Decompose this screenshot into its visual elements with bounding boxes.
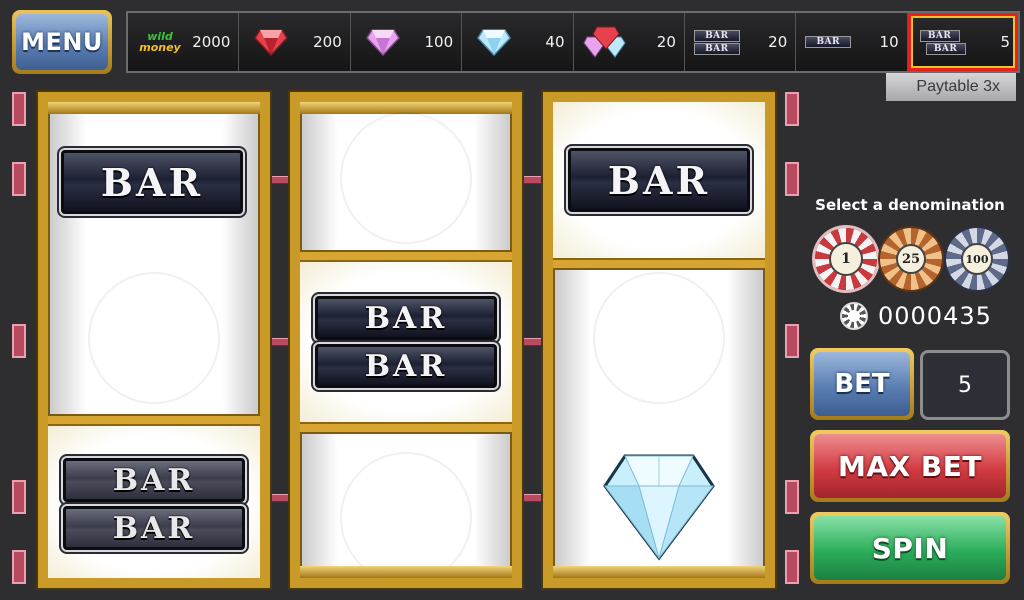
menu-button[interactable]: MENU xyxy=(12,10,112,74)
winning-symbol-frame: BAR BAR xyxy=(300,252,512,432)
payline-marker xyxy=(12,92,26,126)
blue-diamond-icon xyxy=(470,22,518,62)
paytable: wildmoney 2000 200 100 40 20 BAR BAR 20 xyxy=(126,11,1020,73)
chip-value: 25 xyxy=(896,244,926,274)
payout-value: 40 xyxy=(545,33,565,51)
wild-money-icon: wild money xyxy=(139,30,181,54)
paytable-entry-any-bar: BAR BAR 5 xyxy=(907,13,1018,71)
reel-3: BAR xyxy=(543,92,775,588)
payline-connector xyxy=(270,176,292,184)
credits-value: 0000435 xyxy=(878,302,992,330)
payline-marker xyxy=(785,550,799,584)
paytable-entry-wild: wild money 2000 xyxy=(128,13,240,71)
menu-label: MENU xyxy=(16,14,108,70)
payout-value: 100 xyxy=(424,33,454,51)
double-bar-symbol: BAR BAR xyxy=(315,296,497,388)
payline-marker xyxy=(12,324,26,358)
any-bar-icon: BAR BAR xyxy=(916,22,966,62)
payout-value: 10 xyxy=(879,33,899,51)
reel-1: BAR BAR BAR xyxy=(38,92,270,588)
pink-gem-icon xyxy=(359,22,407,62)
chip-100[interactable]: 100 xyxy=(946,228,1008,290)
red-gem-icon xyxy=(247,22,295,62)
blue-diamond-icon xyxy=(601,450,717,566)
paytable-entry-blue-diamond: 40 xyxy=(462,13,574,71)
payout-value: 200 xyxy=(313,33,342,51)
payline-marker xyxy=(785,480,799,514)
payout-value: 20 xyxy=(768,33,788,51)
chip-value: 1 xyxy=(829,242,863,276)
payline-connector xyxy=(270,494,292,502)
payout-value: 5 xyxy=(1000,33,1010,51)
single-bar-symbol: BAR xyxy=(568,148,750,212)
payline-connector xyxy=(522,494,544,502)
paytable-multiplier-tag: Paytable 3x xyxy=(886,73,1016,101)
payline-marker xyxy=(12,162,26,196)
winning-symbol-frame: BAR xyxy=(553,102,765,268)
bet-button[interactable]: BET xyxy=(810,348,914,420)
chip-25[interactable]: 25 xyxy=(880,228,942,290)
payout-value: 20 xyxy=(656,33,676,51)
bet-value-display: 5 xyxy=(920,350,1010,420)
payline-connector xyxy=(522,338,544,346)
spin-label: SPIN xyxy=(814,516,1006,580)
chip-value: 100 xyxy=(961,243,993,275)
payline-marker xyxy=(12,480,26,514)
paytable-entry-single-bar: BAR 10 xyxy=(796,13,908,71)
coin-icon xyxy=(840,302,868,330)
denomination-title: Select a denomination xyxy=(815,196,1005,214)
payline-marker xyxy=(785,92,799,126)
double-bar-icon: BAR BAR xyxy=(693,22,741,62)
reel-2: BAR BAR xyxy=(290,92,522,588)
winning-symbol-frame: BAR BAR xyxy=(48,416,260,578)
paytable-entry-double-bar: BAR BAR 20 xyxy=(685,13,797,71)
payline-connector xyxy=(522,176,544,184)
paytable-entry-pink-gem: 100 xyxy=(351,13,463,71)
bet-label: BET xyxy=(814,352,910,416)
payline-marker xyxy=(785,162,799,196)
spin-button[interactable]: SPIN xyxy=(810,512,1010,584)
chip-1[interactable]: 1 xyxy=(815,228,877,290)
payout-value: 2000 xyxy=(192,33,231,51)
max-bet-button[interactable]: MAX BET xyxy=(810,430,1010,502)
payline-marker xyxy=(785,324,799,358)
credits-display: 0000435 xyxy=(840,302,992,330)
single-bar-symbol: BAR xyxy=(61,150,243,214)
paytable-entry-red-gem: 200 xyxy=(239,13,351,71)
any-gem-icon xyxy=(582,22,630,62)
single-bar-icon: BAR xyxy=(804,22,852,62)
paytable-entry-any-gem: 20 xyxy=(574,13,685,71)
double-bar-symbol: BAR BAR xyxy=(63,458,245,550)
payline-marker xyxy=(12,550,26,584)
max-bet-label: MAX BET xyxy=(814,434,1006,498)
payline-connector xyxy=(270,338,292,346)
